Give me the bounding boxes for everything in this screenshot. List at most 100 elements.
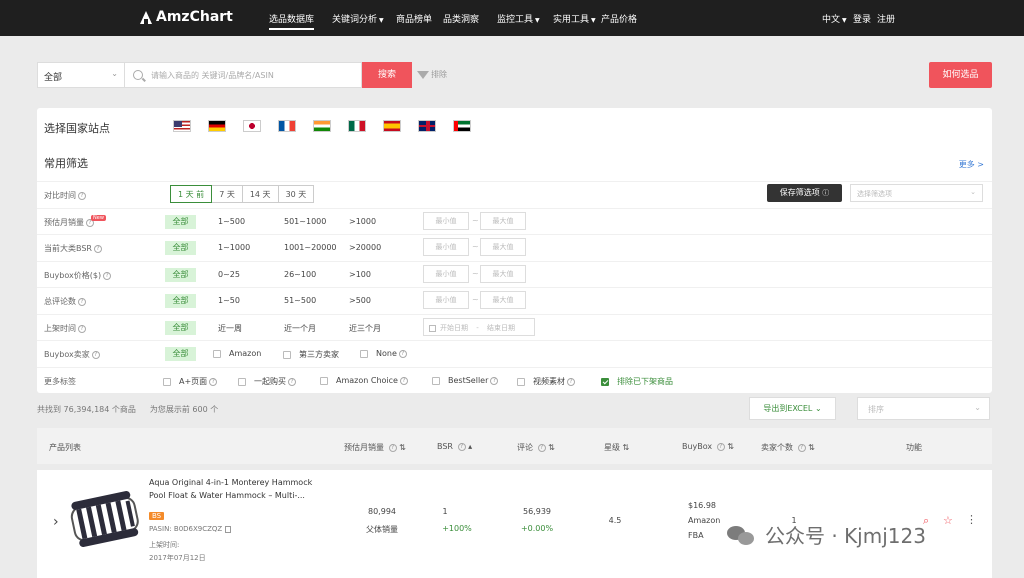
checkbox-video[interactable]: 视频素材? [517, 376, 575, 387]
col-rating[interactable]: 星级 ⇅ [604, 442, 629, 453]
option-range[interactable]: >1000 [349, 217, 376, 226]
nav-item-category[interactable]: 品类洞察 [443, 12, 479, 25]
option-range[interactable]: 1~500 [218, 217, 245, 226]
checkbox-none[interactable]: None? [360, 349, 407, 358]
max-input[interactable]: 最大值 [480, 212, 526, 230]
option-range[interactable]: >100 [349, 270, 371, 279]
option-range[interactable]: 1~1000 [218, 243, 250, 252]
min-input[interactable]: 最小值 [423, 265, 469, 283]
col-buybox[interactable]: BuyBox ? ⇅ [682, 442, 734, 451]
option-week[interactable]: 近一周 [218, 323, 242, 334]
save-filter-button[interactable]: 保存筛选项 ⓘ [767, 184, 842, 202]
checkbox-amazon[interactable]: Amazon [213, 349, 261, 358]
nav-item-tools[interactable]: 实用工具 ▼ [553, 12, 596, 25]
ae-flag-icon[interactable] [453, 120, 471, 132]
uk-flag-icon[interactable] [418, 120, 436, 132]
option-all[interactable]: 全部 [165, 321, 196, 335]
date-range-picker[interactable]: 开始日期 - 结束日期 [423, 318, 535, 336]
nav-item-product-db[interactable]: 选品数据库 [269, 12, 315, 30]
option-range[interactable]: >20000 [349, 243, 381, 252]
register-link[interactable]: 注册 [877, 12, 895, 25]
logo[interactable]: AmzChart [140, 9, 233, 25]
help-icon[interactable]: ? [78, 191, 86, 200]
min-input[interactable]: 最小值 [423, 291, 469, 309]
product-title[interactable]: Aqua Original 4-in-1 Monterey Hammock Po… [149, 476, 324, 502]
help-icon[interactable]: ? [93, 244, 102, 253]
checkbox-bought-together[interactable]: 一起购买? [238, 376, 296, 387]
help-icon[interactable]: ? [78, 297, 86, 306]
nav-item-ranking[interactable]: 商品榜单 [396, 12, 432, 25]
help-icon[interactable]: ? [78, 324, 86, 333]
checkbox-amazon-choice[interactable]: Amazon Choice? [320, 376, 408, 385]
help-icon[interactable]: ? [567, 377, 575, 386]
help-icon[interactable]: ? [288, 377, 296, 386]
min-input[interactable]: 最小值 [423, 212, 469, 230]
nav-item-keyword[interactable]: 关键词分析 ▼ [332, 12, 384, 25]
login-link[interactable]: 登录 [853, 12, 871, 25]
help-icon[interactable]: ? [103, 271, 112, 280]
product-image[interactable] [65, 488, 145, 553]
choose-filter-select[interactable]: 选择筛选项 ⌄ [850, 184, 983, 202]
help-icon[interactable]: ? [490, 376, 499, 385]
option-range[interactable]: 1~50 [218, 296, 240, 305]
max-input[interactable]: 最大值 [480, 265, 526, 283]
category-select[interactable]: 全部 ⌄ [37, 62, 125, 88]
option-range[interactable]: 0~25 [218, 270, 240, 279]
search-button[interactable]: 搜索 [362, 62, 412, 88]
option-range[interactable]: 1001~20000 [284, 243, 337, 252]
checkbox-bestseller[interactable]: BestSeller? [432, 376, 499, 385]
star-icon[interactable]: ☆ [943, 514, 953, 527]
help-icon[interactable]: ? [398, 349, 407, 358]
fr-flag-icon[interactable] [278, 120, 296, 132]
col-sales[interactable]: 预估月销量 ? ⇅ [344, 442, 406, 453]
option-all[interactable]: 全部 [165, 294, 196, 308]
help-icon[interactable]: ? [91, 350, 100, 359]
option-quarter[interactable]: 近三个月 [349, 323, 381, 334]
option-month[interactable]: 近一个月 [284, 323, 316, 334]
option-range[interactable]: >500 [349, 296, 371, 305]
language-select[interactable]: 中文 ▼ [822, 12, 847, 25]
de-flag-icon[interactable] [208, 120, 226, 132]
option-all[interactable]: 全部 [165, 268, 196, 282]
more-options-icon[interactable]: ⋮ [966, 513, 977, 526]
chevron-down-icon: ▼ [842, 17, 847, 24]
checkbox-box-checked [601, 377, 609, 386]
col-bsr[interactable]: BSR ? ▴ [437, 442, 472, 451]
max-input[interactable]: 最大值 [480, 238, 526, 256]
es-flag-icon[interactable] [383, 120, 401, 132]
mx-flag-icon[interactable] [348, 120, 366, 132]
us-flag-icon[interactable] [173, 120, 191, 132]
help-icon[interactable]: ? [209, 377, 218, 386]
nav-item-price[interactable]: 产品价格 [601, 12, 637, 25]
compare-option-1d[interactable]: 1 天 前 [170, 185, 213, 203]
option-all[interactable]: 全部 [165, 241, 196, 255]
max-input[interactable]: 最大值 [480, 291, 526, 309]
sort-select[interactable]: 排序 ⌄ [857, 397, 990, 420]
export-excel-button[interactable]: 导出到EXCEL ⌄ [749, 397, 836, 420]
copy-icon[interactable] [225, 525, 232, 533]
jp-flag-icon[interactable] [243, 120, 261, 132]
col-sellers[interactable]: 卖家个数 ? ⇅ [761, 442, 815, 453]
option-range[interactable]: 26~100 [284, 270, 316, 279]
option-all[interactable]: 全部 [165, 215, 196, 229]
col-reviews[interactable]: 评论 ? ⇅ [517, 442, 555, 453]
in-flag-icon[interactable] [313, 120, 331, 132]
more-filters-link[interactable]: 更多 > [959, 159, 984, 170]
chevron-right-icon[interactable]: › [53, 514, 59, 530]
how-to-select-button[interactable]: 如何选品 [929, 62, 992, 88]
checkbox-exclude-delisted[interactable]: 排除已下架商品 [601, 376, 673, 387]
option-range[interactable]: 51~500 [284, 296, 316, 305]
compare-option-14d[interactable]: 14 天 [241, 185, 279, 203]
choose-filter-placeholder: 选择筛选项 [857, 190, 892, 198]
nav-item-monitor[interactable]: 监控工具 ▼ [497, 12, 540, 25]
compare-option-7d[interactable]: 7 天 [211, 185, 243, 203]
checkbox-aplus[interactable]: A+页面? [163, 376, 218, 387]
checkbox-third-party[interactable]: 第三方卖家 [283, 349, 339, 360]
option-range[interactable]: 501~1000 [284, 217, 326, 226]
help-icon[interactable]: ? [399, 376, 408, 385]
search-input[interactable]: 请输入商品的 关键词/品牌名/ASIN [125, 62, 362, 88]
min-input[interactable]: 最小值 [423, 238, 469, 256]
compare-option-30d[interactable]: 30 天 [277, 185, 315, 203]
exclude-button[interactable]: 排除 [417, 69, 447, 80]
option-all[interactable]: 全部 [165, 347, 196, 361]
